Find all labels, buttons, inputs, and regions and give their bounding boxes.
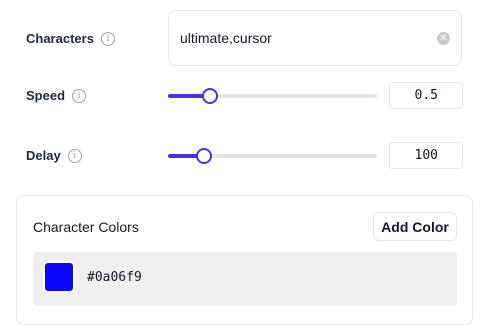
characters-label-group: Characters i bbox=[26, 31, 115, 46]
color-hex-value[interactable]: #0a06f9 bbox=[87, 270, 142, 285]
character-colors-title: Character Colors bbox=[33, 219, 139, 235]
delay-label-group: Delay i bbox=[26, 148, 82, 163]
info-icon[interactable]: i bbox=[72, 88, 87, 103]
characters-label: Characters bbox=[26, 31, 94, 46]
speed-input[interactable]: 0.5 bbox=[389, 82, 463, 109]
info-icon[interactable]: i bbox=[67, 148, 82, 163]
delay-label: Delay bbox=[26, 148, 61, 163]
slider-thumb[interactable] bbox=[201, 88, 218, 104]
speed-label-group: Speed i bbox=[26, 88, 87, 103]
character-colors-panel: Character Colors Add Color #0a06f9 bbox=[16, 195, 473, 325]
add-color-button[interactable]: Add Color bbox=[373, 212, 457, 241]
characters-input-value: ultimate,cursor bbox=[180, 30, 272, 46]
info-icon[interactable]: i bbox=[100, 31, 115, 46]
color-swatch[interactable] bbox=[43, 261, 75, 293]
slider-thumb[interactable] bbox=[195, 148, 212, 164]
delay-value: 100 bbox=[414, 148, 438, 163]
speed-label: Speed bbox=[26, 88, 66, 103]
delay-slider[interactable] bbox=[168, 146, 377, 166]
characters-input[interactable]: ultimate,cursor ✕ bbox=[168, 10, 462, 66]
color-list-item: #0a06f9 bbox=[33, 252, 457, 306]
speed-value: 0.5 bbox=[414, 88, 438, 103]
clear-icon[interactable]: ✕ bbox=[437, 32, 450, 45]
delay-input[interactable]: 100 bbox=[389, 142, 463, 169]
speed-slider[interactable] bbox=[168, 86, 377, 106]
